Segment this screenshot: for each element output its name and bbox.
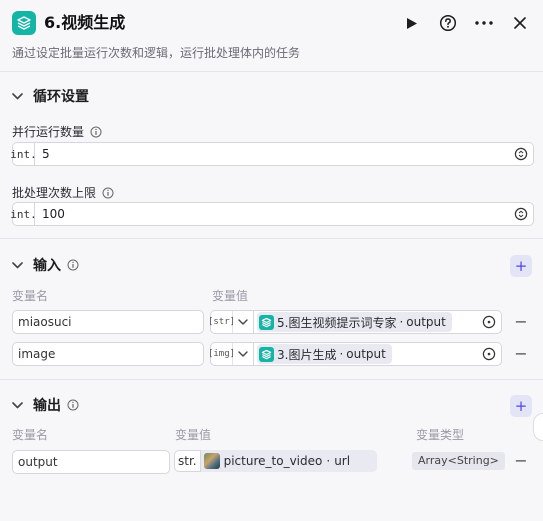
int-type-tag: int. bbox=[10, 143, 37, 165]
input-reference-field[interactable]: 3.图片生成 · output bbox=[254, 342, 502, 366]
panel-header: 6.视频生成 通过设定批量运行次数和逻辑，运行批处理体内的任务 bbox=[0, 0, 543, 72]
parallel-count-label-text: 并行运行数量 bbox=[12, 125, 85, 139]
reference-separator: · bbox=[399, 315, 404, 329]
question-circle-icon[interactable] bbox=[436, 11, 460, 35]
outputs-header[interactable]: 输出 bbox=[12, 394, 79, 416]
reference-separator: · bbox=[339, 347, 344, 361]
output-type-badge: Array<String> bbox=[412, 452, 505, 470]
layers-icon bbox=[12, 11, 36, 35]
info-icon[interactable] bbox=[67, 259, 79, 271]
type-tag: [str] bbox=[208, 311, 235, 333]
parallel-count-value[interactable]: 5 bbox=[35, 147, 509, 161]
output-type-column-header: 变量类型 bbox=[416, 428, 465, 442]
play-icon[interactable] bbox=[400, 11, 424, 35]
remove-input-button[interactable]: − bbox=[513, 346, 529, 362]
remove-output-button[interactable]: − bbox=[513, 453, 529, 469]
target-icon[interactable] bbox=[481, 314, 497, 330]
target-icon[interactable] bbox=[481, 346, 497, 362]
remove-input-button[interactable]: − bbox=[513, 314, 529, 330]
batch-limit-value[interactable]: 100 bbox=[35, 207, 509, 221]
node-title[interactable]: 6.视频生成 bbox=[44, 11, 125, 35]
info-icon[interactable] bbox=[90, 126, 102, 138]
input-var-name-field[interactable]: image bbox=[12, 342, 204, 366]
reference-field-name: url bbox=[334, 454, 351, 468]
outputs-title: 输出 bbox=[33, 398, 61, 414]
reference-chip[interactable]: 5.图生视频提示词专家 · output bbox=[257, 312, 452, 332]
layers-icon bbox=[259, 346, 274, 362]
reference-field-name: output bbox=[406, 315, 446, 329]
inputs-header[interactable]: 输入 bbox=[12, 254, 79, 276]
add-input-button[interactable]: + bbox=[510, 255, 532, 277]
output-reference-chip[interactable]: picture_to_video · url bbox=[200, 450, 377, 472]
output-value-field[interactable]: str. picture_to_video · url bbox=[174, 450, 377, 472]
chevron-down-icon[interactable] bbox=[233, 319, 253, 325]
loop-settings-header[interactable]: 循环设置 bbox=[12, 85, 89, 107]
parallel-count-label: 并行运行数量 bbox=[12, 123, 102, 140]
int-type-tag: int. bbox=[10, 203, 37, 225]
str-type-tag: str. bbox=[174, 450, 201, 472]
reference-separator: · bbox=[326, 454, 331, 468]
stepper-icon[interactable] bbox=[509, 203, 533, 225]
image-thumbnail-icon bbox=[203, 453, 220, 469]
input-reference-field[interactable]: 5.图生视频提示词专家 · output bbox=[254, 310, 502, 334]
info-icon[interactable] bbox=[102, 187, 114, 199]
chevron-down-icon[interactable] bbox=[12, 401, 23, 409]
section-divider bbox=[0, 379, 543, 380]
input-type-select[interactable]: [img] bbox=[208, 342, 254, 366]
output-var-name-field[interactable]: output bbox=[12, 450, 170, 474]
batch-limit-label: 批处理次数上限 bbox=[12, 184, 114, 201]
node-description: 通过设定批量运行次数和逻辑，运行批处理体内的任务 bbox=[12, 46, 301, 60]
chevron-down-icon[interactable] bbox=[233, 351, 253, 357]
input-var-name-field[interactable]: miaosuci bbox=[12, 310, 204, 334]
reference-chip[interactable]: 3.图片生成 · output bbox=[257, 344, 392, 364]
parallel-count-input[interactable]: int. 5 bbox=[10, 142, 534, 166]
batch-limit-input[interactable]: int. 100 bbox=[10, 202, 534, 226]
loop-settings-title: 循环设置 bbox=[33, 89, 89, 105]
panel-resize-handle[interactable] bbox=[533, 413, 543, 441]
output-name-column-header: 变量名 bbox=[12, 428, 49, 442]
reference-field-name: output bbox=[346, 347, 386, 361]
input-name-column-header: 变量名 bbox=[12, 289, 49, 303]
add-output-button[interactable]: + bbox=[510, 395, 532, 417]
input-type-select[interactable]: [str] bbox=[208, 310, 254, 334]
output-value-column-header: 变量值 bbox=[175, 428, 212, 442]
info-icon[interactable] bbox=[67, 399, 79, 411]
more-horizontal-icon[interactable] bbox=[472, 11, 496, 35]
section-divider bbox=[0, 238, 543, 239]
close-icon[interactable] bbox=[508, 11, 532, 35]
reference-node-name: 5.图生视频提示词专家 bbox=[277, 315, 397, 330]
stepper-icon[interactable] bbox=[509, 143, 533, 165]
type-tag: [img] bbox=[208, 343, 235, 365]
batch-limit-label-text: 批处理次数上限 bbox=[12, 186, 97, 200]
chevron-down-icon[interactable] bbox=[12, 261, 23, 269]
input-value-column-header: 变量值 bbox=[212, 289, 249, 303]
reference-node-name: 3.图片生成 bbox=[277, 347, 337, 362]
chevron-down-icon[interactable] bbox=[12, 92, 23, 100]
inputs-title: 输入 bbox=[33, 258, 61, 274]
layers-icon bbox=[259, 314, 274, 330]
reference-node-name: picture_to_video bbox=[223, 454, 323, 468]
